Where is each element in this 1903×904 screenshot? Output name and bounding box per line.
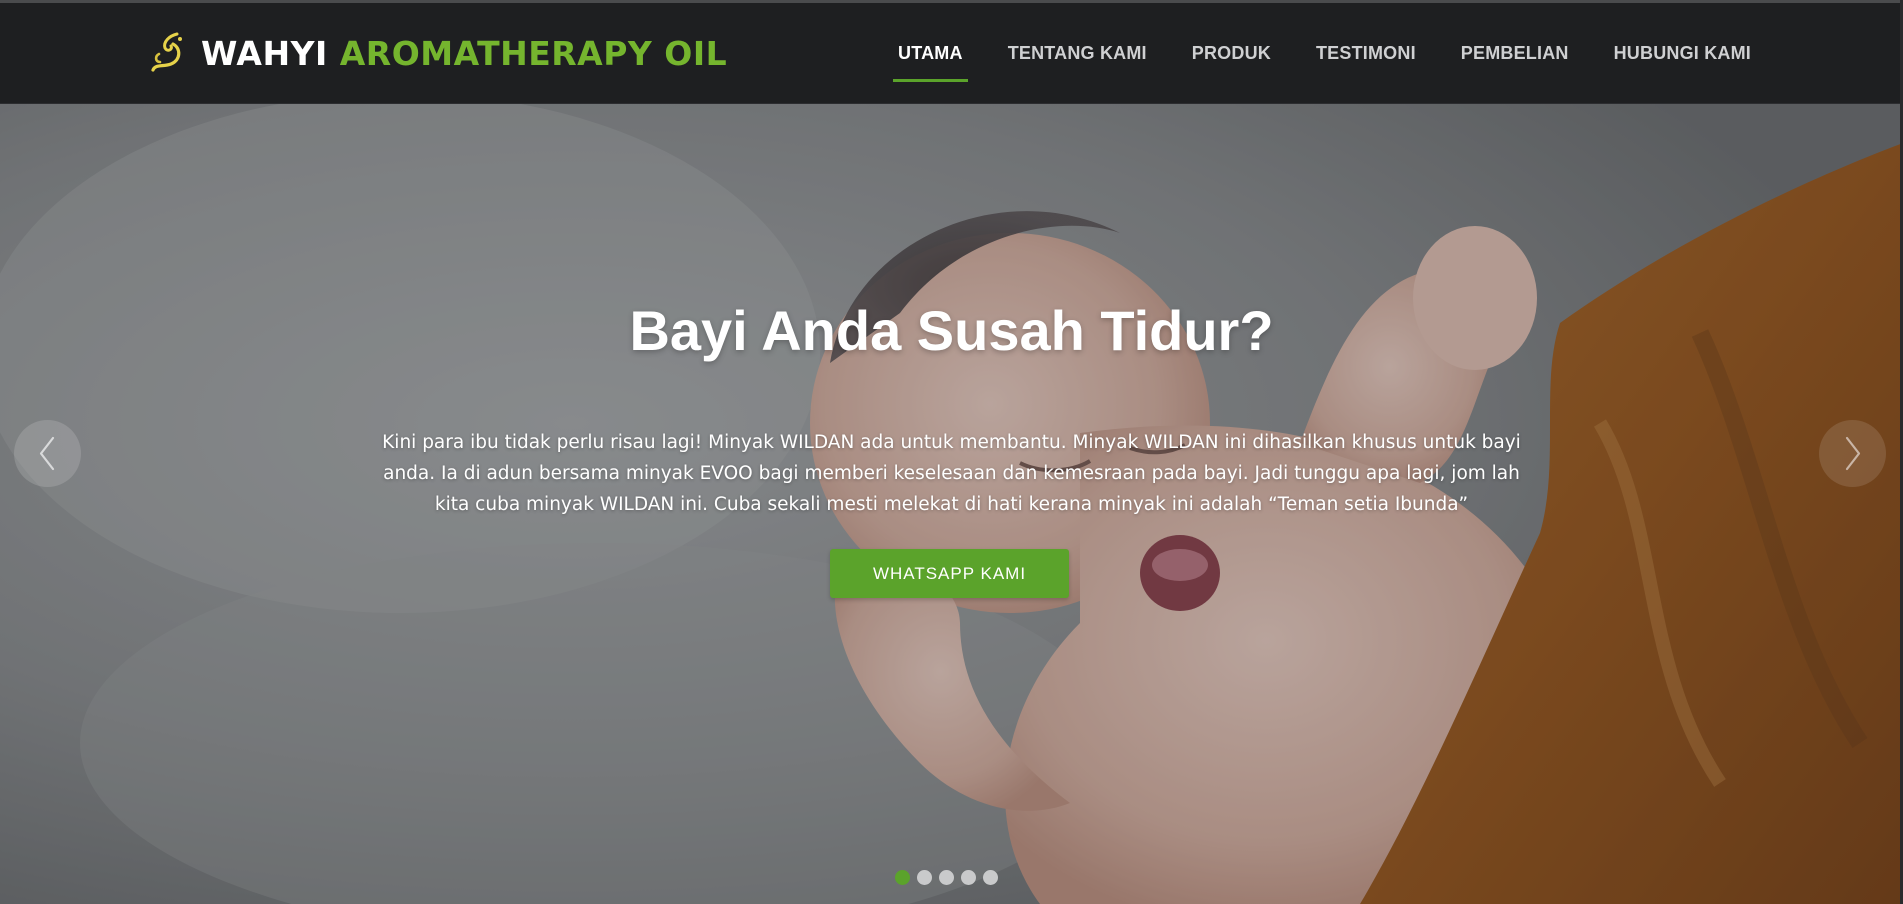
hero-title: Bayi Anda Susah Tidur? xyxy=(629,299,1274,362)
carousel-dot-4[interactable] xyxy=(961,870,976,885)
hero-content: Bayi Anda Susah Tidur? Kini para ibu tid… xyxy=(0,103,1903,904)
chevron-left-icon xyxy=(39,436,55,471)
carousel-dot-1[interactable] xyxy=(895,870,910,885)
hero-description: Kini para ibu tidak perlu risau lagi! Mi… xyxy=(382,431,1521,515)
carousel-dot-3[interactable] xyxy=(939,870,954,885)
nav-item-testimoni[interactable]: TESTIMONI xyxy=(1312,37,1420,70)
navbar: WAHYI AROMATHERAPY OIL UTAMA TENTANG KAM… xyxy=(0,3,1903,103)
main-nav: UTAMA TENTANG KAMI PRODUK TESTIMONI PEMB… xyxy=(857,3,1755,103)
nav-item-hubungi-kami[interactable]: HUBUNGI KAMI xyxy=(1610,37,1755,70)
carousel-dot-2[interactable] xyxy=(917,870,932,885)
hero-carousel: Bayi Anda Susah Tidur? Kini para ibu tid… xyxy=(0,103,1903,904)
chevron-right-icon xyxy=(1845,436,1861,471)
nav-item-utama[interactable]: UTAMA xyxy=(893,37,968,82)
carousel-prev-button[interactable] xyxy=(14,420,81,487)
brand[interactable]: WAHYI AROMATHERAPY OIL xyxy=(147,29,727,77)
carousel-next-button[interactable] xyxy=(1819,420,1886,487)
page: WAHYI AROMATHERAPY OIL UTAMA TENTANG KAM… xyxy=(0,0,1903,904)
brand-name-green: AROMATHERAPY OIL xyxy=(339,33,728,73)
brand-name-white: WAHYI xyxy=(201,33,328,73)
whatsapp-button[interactable]: WHATSAPP KAMI xyxy=(830,549,1069,598)
carousel-dot-5[interactable] xyxy=(983,870,998,885)
nav-item-tentang-kami[interactable]: TENTANG KAMI xyxy=(1004,37,1151,70)
nav-item-pembelian[interactable]: PEMBELIAN xyxy=(1457,37,1573,70)
nav-item-produk[interactable]: PRODUK xyxy=(1188,37,1275,70)
brand-name: WAHYI AROMATHERAPY OIL xyxy=(201,34,727,73)
carousel-indicators xyxy=(895,870,1005,885)
brand-logo-icon xyxy=(151,32,182,72)
